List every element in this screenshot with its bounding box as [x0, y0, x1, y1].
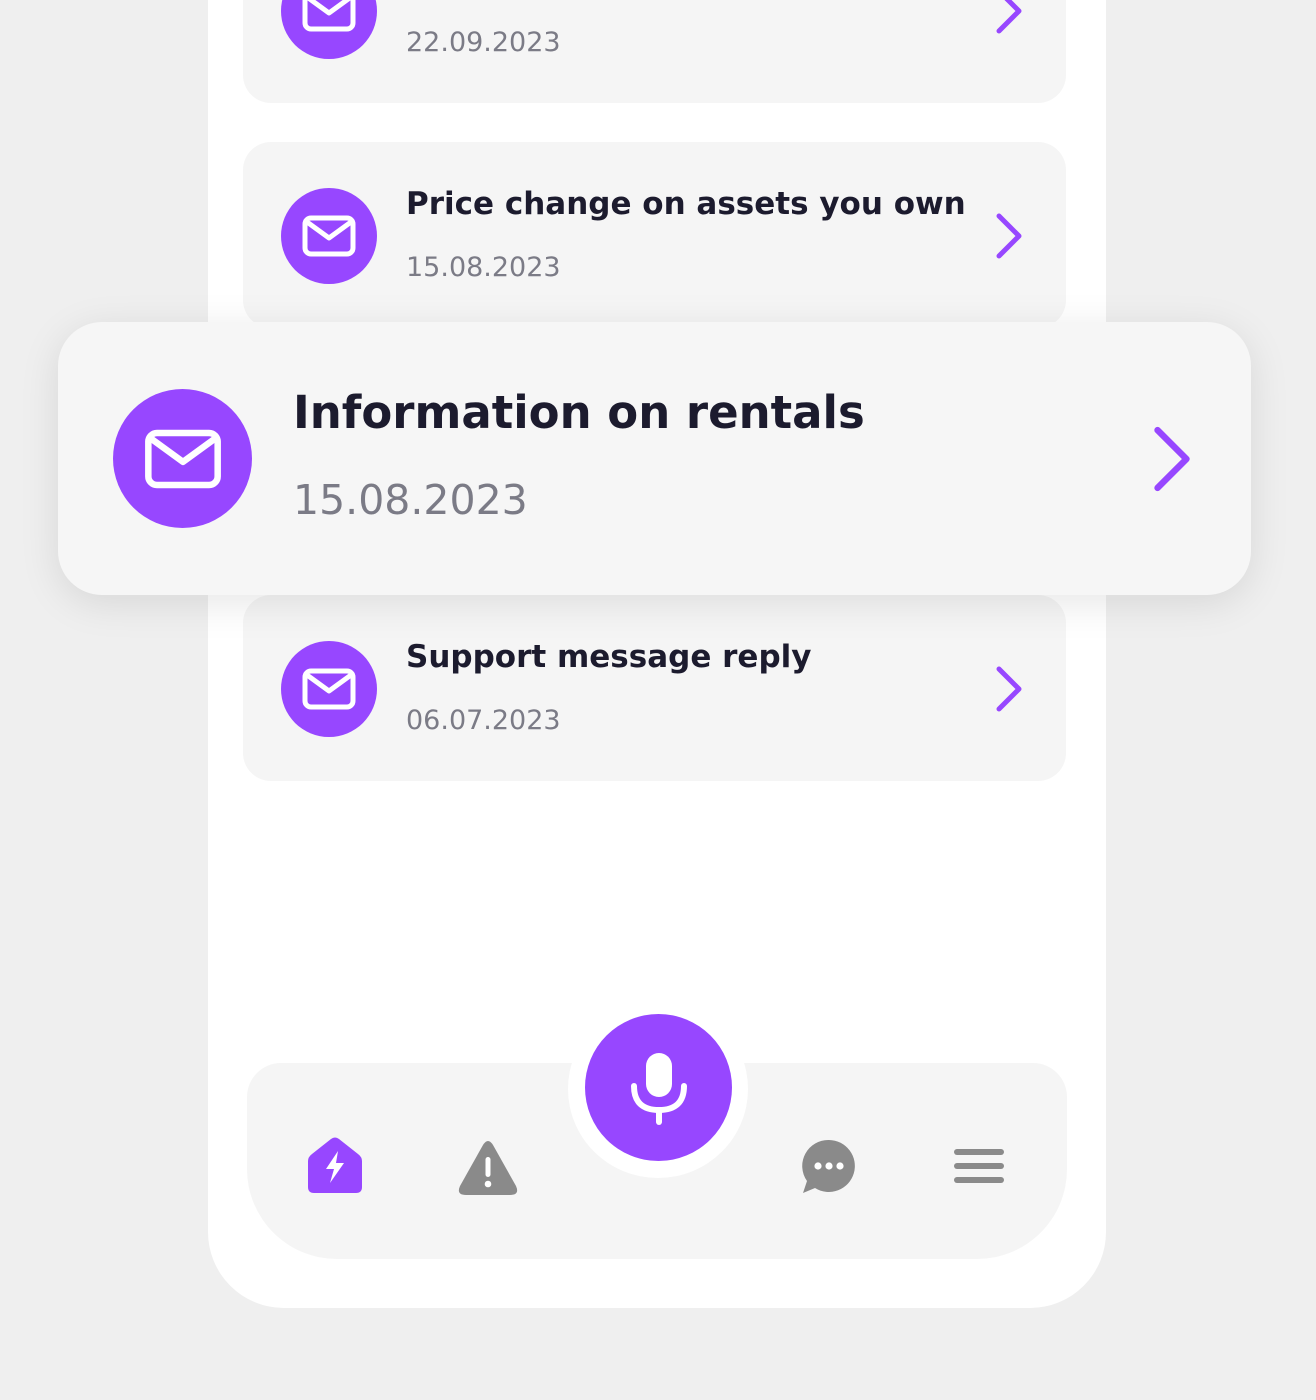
warning-icon[interactable]	[456, 1136, 520, 1200]
notification-card[interactable]: Price change on assets you own 15.08.202…	[243, 142, 1066, 328]
chevron-right-icon[interactable]	[991, 212, 1027, 260]
notification-card[interactable]: Support message reply 06.07.2023	[243, 595, 1066, 781]
chevron-right-icon[interactable]	[991, 0, 1027, 35]
notification-date: 15.08.2023	[406, 252, 561, 283]
chevron-right-icon[interactable]	[991, 665, 1027, 713]
mail-icon	[281, 641, 377, 737]
home-bolt-icon[interactable]	[303, 1134, 367, 1198]
chevron-right-icon[interactable]	[1146, 424, 1198, 494]
notification-date: 15.08.2023	[293, 476, 528, 524]
notification-card[interactable]: 22.09.2023	[243, 0, 1066, 103]
notification-date: 06.07.2023	[406, 705, 561, 736]
mail-icon	[281, 188, 377, 284]
notification-title: Support message reply	[406, 639, 812, 675]
microphone-icon	[630, 1052, 687, 1125]
microphone-button[interactable]	[585, 1014, 732, 1161]
notification-title: Information on rentals	[293, 386, 865, 439]
notification-card-highlighted[interactable]: Information on rentals 15.08.2023	[58, 322, 1251, 595]
chat-bubble-icon[interactable]	[797, 1135, 861, 1199]
notification-title: Price change on assets you own	[406, 186, 966, 222]
mail-icon	[113, 389, 252, 528]
notification-date: 22.09.2023	[406, 27, 561, 58]
mail-icon	[281, 0, 377, 59]
menu-icon[interactable]	[947, 1134, 1011, 1198]
